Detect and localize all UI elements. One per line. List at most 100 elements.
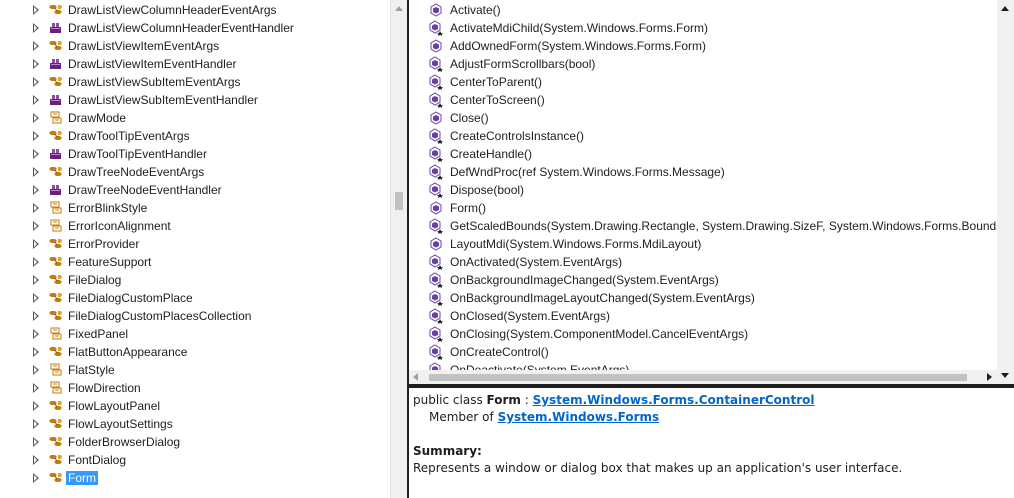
scroll-right-arrow-icon[interactable] xyxy=(987,373,992,381)
tree-item[interactable]: FolderBrowserDialog xyxy=(0,433,390,451)
tree-vertical-scrollbar[interactable] xyxy=(390,0,408,498)
expand-arrow-icon[interactable] xyxy=(33,113,39,123)
expand-arrow-icon[interactable] xyxy=(33,275,39,285)
tree-item[interactable]: DrawListViewItemEventArgs xyxy=(0,37,390,55)
tree-item[interactable]: DrawListViewSubItemEventArgs xyxy=(0,73,390,91)
member-item[interactable]: OnClosing(System.ComponentModel.CancelEv… xyxy=(409,325,1014,343)
namespace-link[interactable]: System.Windows.Forms xyxy=(498,410,660,424)
member-item[interactable]: AddOwnedForm(System.Windows.Forms.Form) xyxy=(409,37,1014,55)
member-item-label: AddOwnedForm(System.Windows.Forms.Form) xyxy=(450,39,707,53)
member-item[interactable]: Dispose(bool) xyxy=(409,181,1014,199)
tree-item[interactable]: FixedPanel xyxy=(0,325,390,343)
member-item[interactable]: OnBackgroundImageLayoutChanged(System.Ev… xyxy=(409,289,1014,307)
expand-arrow-icon[interactable] xyxy=(33,455,39,465)
tree-item[interactable]: DrawListViewItemEventHandler xyxy=(0,55,390,73)
expand-arrow-icon[interactable] xyxy=(33,203,39,213)
tree-item[interactable]: FlatStyle xyxy=(0,361,390,379)
expand-arrow-icon[interactable] xyxy=(33,5,39,15)
tree-item[interactable]: FlowLayoutPanel xyxy=(0,397,390,415)
tree-item-label: ErrorIconAlignment xyxy=(68,219,171,233)
member-item[interactable]: CenterToParent() xyxy=(409,73,1014,91)
tree-item[interactable]: DrawTreeNodeEventHandler xyxy=(0,181,390,199)
member-item[interactable]: OnActivated(System.EventArgs) xyxy=(409,253,1014,271)
expand-arrow-icon[interactable] xyxy=(33,59,39,69)
expand-arrow-icon[interactable] xyxy=(33,167,39,177)
expand-arrow-icon[interactable] xyxy=(33,257,39,267)
type-tree[interactable]: DrawListViewColumnHeaderEventArgs DrawLis… xyxy=(0,0,390,498)
member-item[interactable]: Close() xyxy=(409,109,1014,127)
expand-arrow-icon[interactable] xyxy=(33,383,39,393)
expand-arrow-icon[interactable] xyxy=(33,437,39,447)
tree-item[interactable]: DrawListViewSubItemEventHandler xyxy=(0,91,390,109)
class-icon xyxy=(48,164,64,180)
scroll-up-arrow-icon[interactable] xyxy=(1001,6,1009,11)
member-item[interactable]: Activate() xyxy=(409,1,1014,19)
expand-arrow-icon[interactable] xyxy=(33,185,39,195)
tree-item[interactable]: DrawListViewColumnHeaderEventArgs xyxy=(0,1,390,19)
expand-arrow-icon[interactable] xyxy=(33,419,39,429)
tree-item[interactable]: ErrorBlinkStyle xyxy=(0,199,390,217)
tree-item[interactable]: FlatButtonAppearance xyxy=(0,343,390,361)
member-item[interactable]: AdjustFormScrollbars(bool) xyxy=(409,55,1014,73)
member-item[interactable]: OnDeactivate(System.EventArgs) xyxy=(409,361,1014,370)
members-list[interactable]: Activate() ActivateMdiChild(System.Window… xyxy=(409,0,1014,370)
scrollbar-thumb[interactable] xyxy=(429,374,967,381)
tree-item[interactable]: FlowDirection xyxy=(0,379,390,397)
tree-item[interactable]: DrawMode xyxy=(0,109,390,127)
expand-arrow-icon[interactable] xyxy=(33,293,39,303)
member-item[interactable]: OnCreateControl() xyxy=(409,343,1014,361)
expand-arrow-icon[interactable] xyxy=(33,95,39,105)
scroll-up-arrow-icon[interactable] xyxy=(395,6,403,11)
expand-arrow-icon[interactable] xyxy=(33,473,39,483)
scroll-left-arrow-icon[interactable] xyxy=(413,373,418,381)
expand-arrow-icon[interactable] xyxy=(33,311,39,321)
scroll-down-arrow-icon[interactable] xyxy=(1001,373,1009,378)
expand-arrow-icon[interactable] xyxy=(33,365,39,375)
expand-arrow-icon[interactable] xyxy=(33,149,39,159)
member-item-label: ActivateMdiChild(System.Windows.Forms.Fo… xyxy=(450,21,709,35)
member-item[interactable]: OnBackgroundImageChanged(System.EventArg… xyxy=(409,271,1014,289)
tree-item[interactable]: DrawToolTipEventHandler xyxy=(0,145,390,163)
tree-item[interactable]: FontDialog xyxy=(0,451,390,469)
scrollbar-thumb[interactable] xyxy=(395,192,403,210)
tree-item[interactable]: DrawTreeNodeEventArgs xyxy=(0,163,390,181)
member-item[interactable]: CreateHandle() xyxy=(409,145,1014,163)
tree-item[interactable]: FileDialogCustomPlace xyxy=(0,289,390,307)
expand-arrow-icon[interactable] xyxy=(33,77,39,87)
expand-arrow-icon[interactable] xyxy=(33,329,39,339)
tree-item[interactable]: FlowLayoutSettings xyxy=(0,415,390,433)
tree-item[interactable]: DrawToolTipEventArgs xyxy=(0,127,390,145)
expand-arrow-icon[interactable] xyxy=(33,23,39,33)
tree-item[interactable]: DrawListViewColumnHeaderEventHandler xyxy=(0,19,390,37)
delegate-icon xyxy=(48,56,64,72)
expand-arrow-icon[interactable] xyxy=(33,221,39,231)
expand-arrow-icon[interactable] xyxy=(33,41,39,51)
tree-item[interactable]: FeatureSupport xyxy=(0,253,390,271)
member-item[interactable]: DefWndProc(ref System.Windows.Forms.Mess… xyxy=(409,163,1014,181)
tree-item[interactable]: Form xyxy=(0,469,390,487)
expand-arrow-icon[interactable] xyxy=(33,239,39,249)
tree-item[interactable]: FileDialogCustomPlacesCollection xyxy=(0,307,390,325)
member-item[interactable]: CenterToScreen() xyxy=(409,91,1014,109)
member-item[interactable]: ActivateMdiChild(System.Windows.Forms.Fo… xyxy=(409,19,1014,37)
tree-item[interactable]: ErrorProvider xyxy=(0,235,390,253)
class-icon xyxy=(48,308,64,324)
tree-item[interactable]: FileDialog xyxy=(0,271,390,289)
member-item[interactable]: GetScaledBounds(System.Drawing.Rectangle… xyxy=(409,217,1014,235)
expand-arrow-icon[interactable] xyxy=(33,131,39,141)
tree-item-label: DrawTreeNodeEventHandler xyxy=(68,183,222,197)
members-vertical-scrollbar[interactable] xyxy=(997,0,1014,384)
member-item[interactable]: Form() xyxy=(409,199,1014,217)
member-of-prefix: Member of xyxy=(429,410,498,424)
expand-arrow-icon[interactable] xyxy=(33,347,39,357)
expand-arrow-icon[interactable] xyxy=(33,401,39,411)
member-item[interactable]: CreateControlsInstance() xyxy=(409,127,1014,145)
members-horizontal-scrollbar[interactable] xyxy=(409,370,997,384)
member-item[interactable]: LayoutMdi(System.Windows.Forms.MdiLayout… xyxy=(409,235,1014,253)
tree-item-label: FeatureSupport xyxy=(68,255,152,269)
protected-method-icon xyxy=(428,308,444,324)
tree-item[interactable]: ErrorIconAlignment xyxy=(0,217,390,235)
base-class-link[interactable]: System.Windows.Forms.ContainerControl xyxy=(533,393,815,407)
member-item[interactable]: OnClosed(System.EventArgs) xyxy=(409,307,1014,325)
member-item-label: OnDeactivate(System.EventArgs) xyxy=(450,363,630,370)
